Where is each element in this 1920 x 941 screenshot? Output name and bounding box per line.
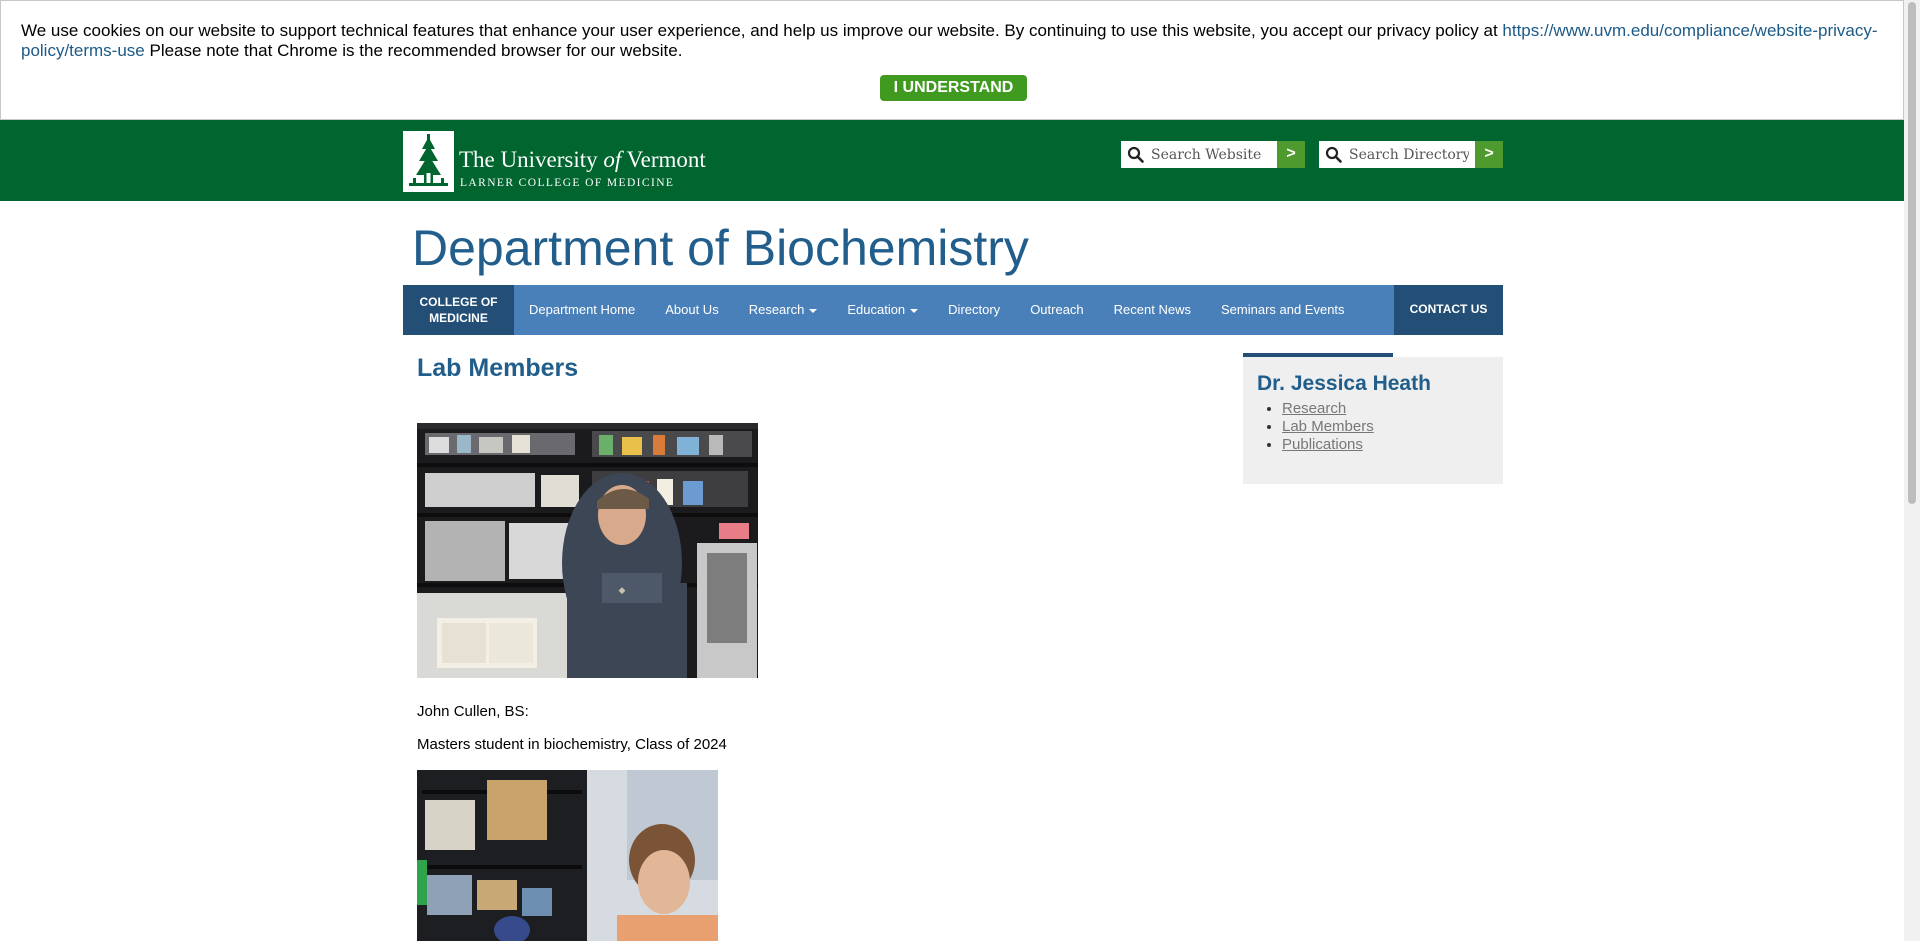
sidebar-links: Research Lab Members Publications — [1267, 400, 1374, 454]
nav-item-research[interactable]: Research — [734, 285, 833, 335]
nav-item-directory[interactable]: Directory — [933, 285, 1015, 335]
page-scrollbar[interactable] — [1904, 0, 1920, 941]
lab-member-name: John Cullen, BS: — [417, 703, 529, 720]
search-directory-go-button[interactable]: > — [1475, 141, 1503, 168]
sidebar-link-lab-members[interactable]: Lab Members — [1282, 418, 1374, 435]
lab-member-photo — [417, 770, 718, 941]
nav-item-seminars-and-events[interactable]: Seminars and Events — [1206, 285, 1360, 335]
nav-item-about-us[interactable]: About Us — [650, 285, 733, 335]
cookie-message-text: We use cookies on our website to support… — [21, 21, 1503, 40]
search-website-box: > — [1121, 141, 1305, 168]
caret-down-icon — [809, 308, 818, 313]
sidebar-item-publications: Publications — [1282, 436, 1374, 454]
site-header: The University of Vermont LARNER COLLEGE… — [0, 120, 1904, 201]
logo-college-name: LARNER COLLEGE OF MEDICINE — [460, 177, 675, 189]
search-website-input[interactable] — [1149, 144, 1273, 166]
sidebar-lab-nav: Dr. Jessica Heath Research Lab Members P… — [1243, 353, 1503, 484]
lab-member-role: Masters student in biochemistry, Class o… — [417, 736, 727, 753]
nav-item-recent-news[interactable]: Recent News — [1099, 285, 1206, 335]
sidebar-item-lab-members: Lab Members — [1282, 418, 1374, 436]
search-icon — [1325, 146, 1343, 164]
search-directory-input[interactable] — [1347, 144, 1471, 166]
college-of-medicine-link[interactable]: COLLEGE OF MEDICINE — [403, 285, 514, 335]
caret-down-icon — [910, 308, 919, 313]
sidebar-accent-bar — [1243, 353, 1393, 357]
logo-university-name: The University of Vermont — [459, 147, 706, 172]
search-website-go-button[interactable]: > — [1277, 141, 1305, 168]
main-nav: COLLEGE OF MEDICINE Department Home Abou… — [403, 285, 1503, 335]
cookie-banner: We use cookies on our website to support… — [0, 0, 1904, 120]
cookie-browser-note: Please note that Chrome is the recommend… — [144, 41, 683, 60]
lab-member-photo: ◆ — [417, 423, 758, 678]
i-understand-button[interactable]: I UNDERSTAND — [880, 75, 1027, 101]
cookie-message: We use cookies on our website to support… — [21, 21, 1881, 61]
nav-items: Department Home About Us Research Educat… — [514, 285, 1360, 335]
sidebar-title[interactable]: Dr. Jessica Heath — [1257, 372, 1431, 396]
page-title: Lab Members — [417, 354, 579, 382]
department-title[interactable]: Department of Biochemistry — [412, 219, 1029, 277]
contact-us-button[interactable]: CONTACT US — [1394, 285, 1503, 335]
sidebar-link-publications[interactable]: Publications — [1282, 436, 1363, 453]
uvm-logo[interactable]: The University of Vermont LARNER COLLEGE… — [402, 131, 706, 192]
search-icon — [1127, 146, 1145, 164]
uvm-tree-logo-icon — [403, 131, 454, 192]
scrollbar-thumb[interactable] — [1908, 2, 1916, 504]
nav-item-outreach[interactable]: Outreach — [1015, 285, 1098, 335]
svg-text:◆: ◆ — [619, 586, 626, 596]
sidebar-item-research: Research — [1282, 400, 1374, 418]
nav-item-education[interactable]: Education — [832, 285, 933, 335]
sidebar-link-research[interactable]: Research — [1282, 400, 1346, 417]
nav-item-department-home[interactable]: Department Home — [514, 285, 650, 335]
search-directory-box: > — [1319, 141, 1503, 168]
